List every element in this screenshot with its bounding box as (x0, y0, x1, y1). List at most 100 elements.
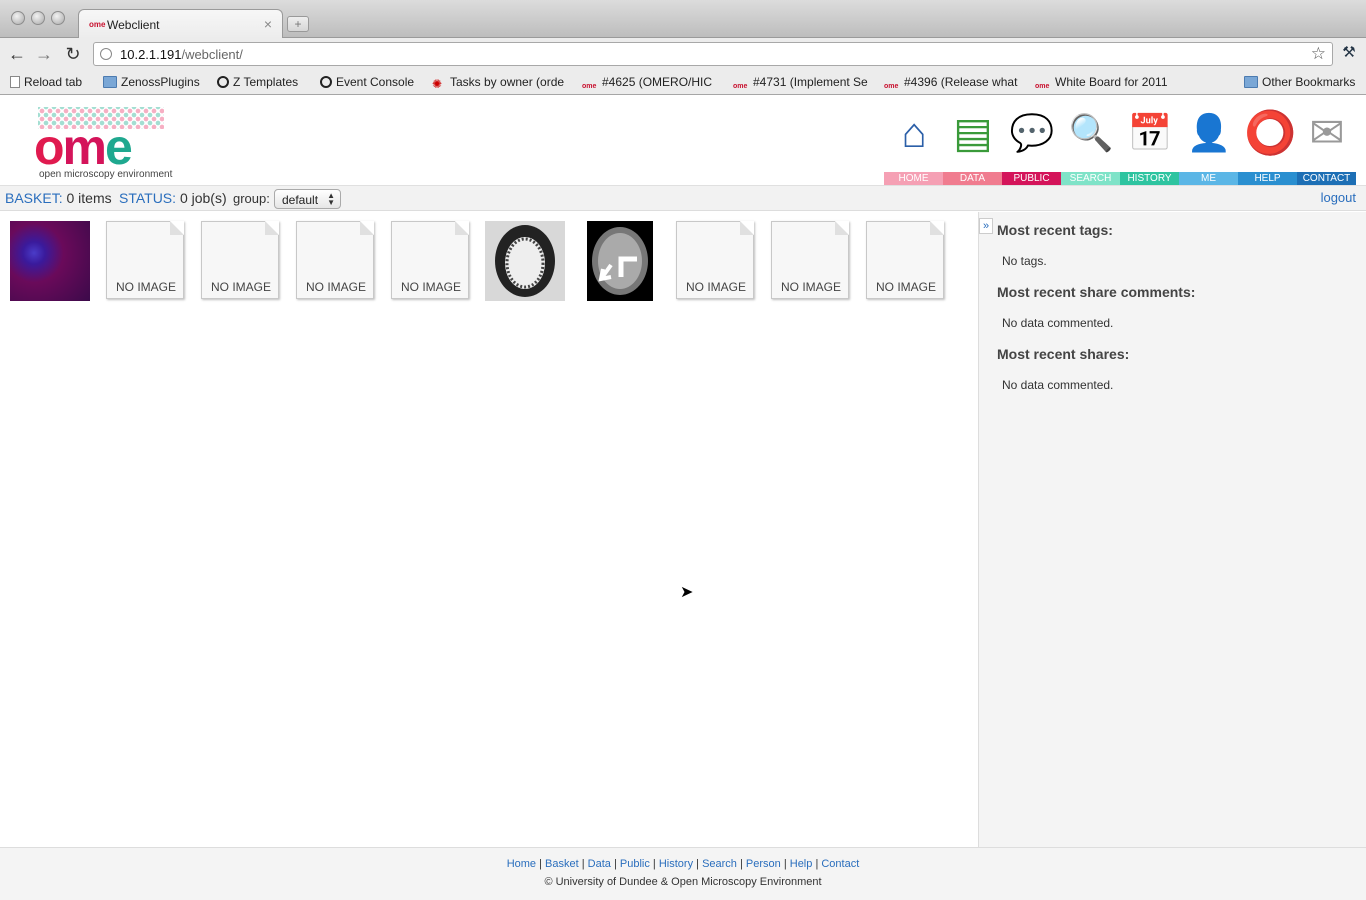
nav-history[interactable]: 📅 HISTORY (1120, 105, 1179, 185)
image-thumbnail[interactable] (10, 221, 90, 301)
nav-help[interactable]: ⭕ HELP (1238, 105, 1297, 185)
url-path: /webclient/ (181, 47, 243, 62)
bookmark-z-templates[interactable]: Z Templates (217, 75, 298, 89)
image-thumbnail[interactable]: NO IMAGE (296, 221, 376, 301)
bookmark-star-icon[interactable]: ☆ (1311, 44, 1326, 64)
envelope-icon: ✉ (1309, 109, 1345, 156)
nav-home[interactable]: ⌂ HOME (884, 105, 943, 185)
bookmark-4731[interactable]: ome #4731 (Implement Se (733, 75, 869, 93)
separator: | (696, 858, 699, 870)
image-thumbnail[interactable]: NO IMAGE (676, 221, 756, 301)
basket-count: 0 items (66, 190, 112, 206)
recent-shares-text: No data commented. (1002, 378, 1114, 392)
address-bar[interactable]: 10.2.1.191/webclient/ ☆ (93, 42, 1333, 66)
image-thumbnail[interactable]: NO IMAGE (866, 221, 946, 301)
group-select[interactable]: default ▲ ▼ (274, 189, 341, 209)
recent-comments-heading: Most recent share comments: (997, 284, 1196, 300)
separator: | (613, 858, 617, 870)
tab-close-icon[interactable]: × (264, 16, 272, 32)
folder-icon (103, 76, 117, 88)
tab-title: Webclient (107, 18, 160, 32)
ome-logo[interactable]: ome open microscopy environment (34, 107, 172, 185)
reload-icon[interactable]: ↻ (63, 44, 83, 64)
mouse-cursor-icon: ➤ (680, 584, 694, 601)
footer-link-home[interactable]: Home (507, 858, 536, 870)
footer-link-public[interactable]: Public (620, 858, 650, 870)
footer-link-data[interactable]: Data (588, 858, 611, 870)
footer-link-history[interactable]: History (659, 858, 693, 870)
footer-link-search[interactable]: Search (702, 858, 737, 870)
bookmark-white-board[interactable]: ome White Board for 2011 (1035, 75, 1171, 93)
browser-tab-bar: ome Webclient × + (0, 0, 1366, 39)
zoom-window-button[interactable] (51, 11, 65, 25)
back-arrow-icon[interactable]: ← (7, 44, 27, 64)
browser-tab-webclient[interactable]: ome Webclient × (78, 9, 283, 39)
new-tab-button[interactable]: + (287, 16, 309, 32)
close-window-button[interactable] (11, 11, 25, 25)
image-thumbnail[interactable]: NO IMAGE (106, 221, 186, 301)
separator: | (815, 858, 819, 870)
bookmark-zenossplugins[interactable]: ZenossPlugins (103, 75, 200, 89)
logo-letter-o: o (34, 119, 65, 175)
bookmark-label: Event Console (336, 75, 415, 89)
collapse-sidebar-icon[interactable]: » (979, 218, 993, 234)
no-image-label: NO IMAGE (875, 280, 936, 294)
bookmark-label: Other Bookmarks (1262, 75, 1356, 89)
no-image-label: NO IMAGE (685, 280, 746, 294)
image-thumbnail[interactable] (485, 221, 565, 301)
bookmark-other-bookmarks[interactable]: Other Bookmarks (1244, 75, 1355, 89)
bookmark-tasks-by-owner[interactable]: ✺ Tasks by owner (orde (432, 75, 568, 90)
logo-wordmark: ome (34, 122, 133, 172)
nav-me[interactable]: 👤 ME (1179, 105, 1238, 185)
no-image-label: NO IMAGE (780, 280, 841, 294)
recent-tags-text: No tags. (1002, 254, 1047, 268)
separator: | (739, 858, 743, 870)
nav-search[interactable]: 🔍 SEARCH (1061, 105, 1120, 185)
forward-arrow-icon[interactable]: → (34, 44, 54, 64)
image-thumbnail[interactable]: NO IMAGE (771, 221, 851, 301)
nav-label: CONTACT (1297, 172, 1356, 185)
footer-link-person[interactable]: Person (746, 858, 781, 870)
footer-links: Home | Basket | Data | Public | History … (0, 858, 1366, 870)
no-image-placeholder: NO IMAGE (676, 221, 754, 299)
job-status[interactable]: STATUS: 0 job(s) (119, 190, 227, 206)
lifebuoy-icon: ⭕ (1244, 109, 1297, 156)
bookmarks-bar: Reload tab ZenossPlugins Z Templates Eve… (0, 70, 1366, 95)
image-thumbnail[interactable]: NO IMAGE (201, 221, 281, 301)
main-navigation: ⌂ HOME ▤ DATA 💬 PUBLIC 🔍 SEARCH 📅 HISTOR… (884, 105, 1356, 185)
nav-public[interactable]: 💬 PUBLIC (1002, 105, 1061, 185)
brain-scan-image (587, 221, 653, 301)
extension-icon[interactable]: ⚒ (1340, 43, 1358, 61)
folder-cabinet-icon: ▤ (953, 109, 993, 156)
address-url[interactable]: 10.2.1.191/webclient/ (120, 47, 243, 62)
speech-bubbles-icon: 💬 (1009, 112, 1055, 153)
no-image-label: NO IMAGE (400, 280, 461, 294)
footer-link-contact[interactable]: Contact (821, 858, 859, 870)
bookmark-event-console[interactable]: Event Console (320, 75, 414, 89)
job-count: 0 job(s) (179, 190, 227, 206)
minimize-window-button[interactable] (31, 11, 45, 25)
logout-link[interactable]: logout (1321, 190, 1356, 205)
right-sidebar: » Most recent tags: No tags. Most recent… (978, 212, 1366, 847)
bookmark-4625[interactable]: ome #4625 (OMERO/HIC (582, 75, 718, 93)
basket-status[interactable]: BASKET: 0 items (5, 190, 112, 206)
bookmark-4396[interactable]: ome #4396 (Release what (884, 75, 1020, 93)
select-arrows-icon: ▲ ▼ (327, 191, 335, 207)
nav-contact[interactable]: ✉ CONTACT (1297, 105, 1356, 185)
logo-letter-m: m (62, 119, 107, 175)
separator: | (581, 858, 585, 870)
thumbnail-area: NO IMAGE NO IMAGE NO IMAGE NO IMAGE NO I… (0, 212, 978, 847)
ome-icon: ome (733, 83, 748, 90)
nav-data[interactable]: ▤ DATA (943, 105, 1002, 185)
footer-link-help[interactable]: Help (790, 858, 813, 870)
nav-label: HELP (1238, 172, 1297, 185)
image-thumbnail[interactable] (587, 221, 653, 301)
logo-letter-e: e (105, 119, 133, 175)
footer-link-basket[interactable]: Basket (545, 858, 579, 870)
image-thumbnail[interactable]: NO IMAGE (391, 221, 471, 301)
cell-section-image (485, 221, 565, 301)
recent-comments-text: No data commented. (1002, 316, 1114, 330)
bookmark-reload-tab[interactable]: Reload tab (10, 75, 82, 89)
browser-toolbar: ← → ↻ 10.2.1.191/webclient/ ☆ (0, 38, 1366, 70)
nav-label: HISTORY (1120, 172, 1179, 185)
